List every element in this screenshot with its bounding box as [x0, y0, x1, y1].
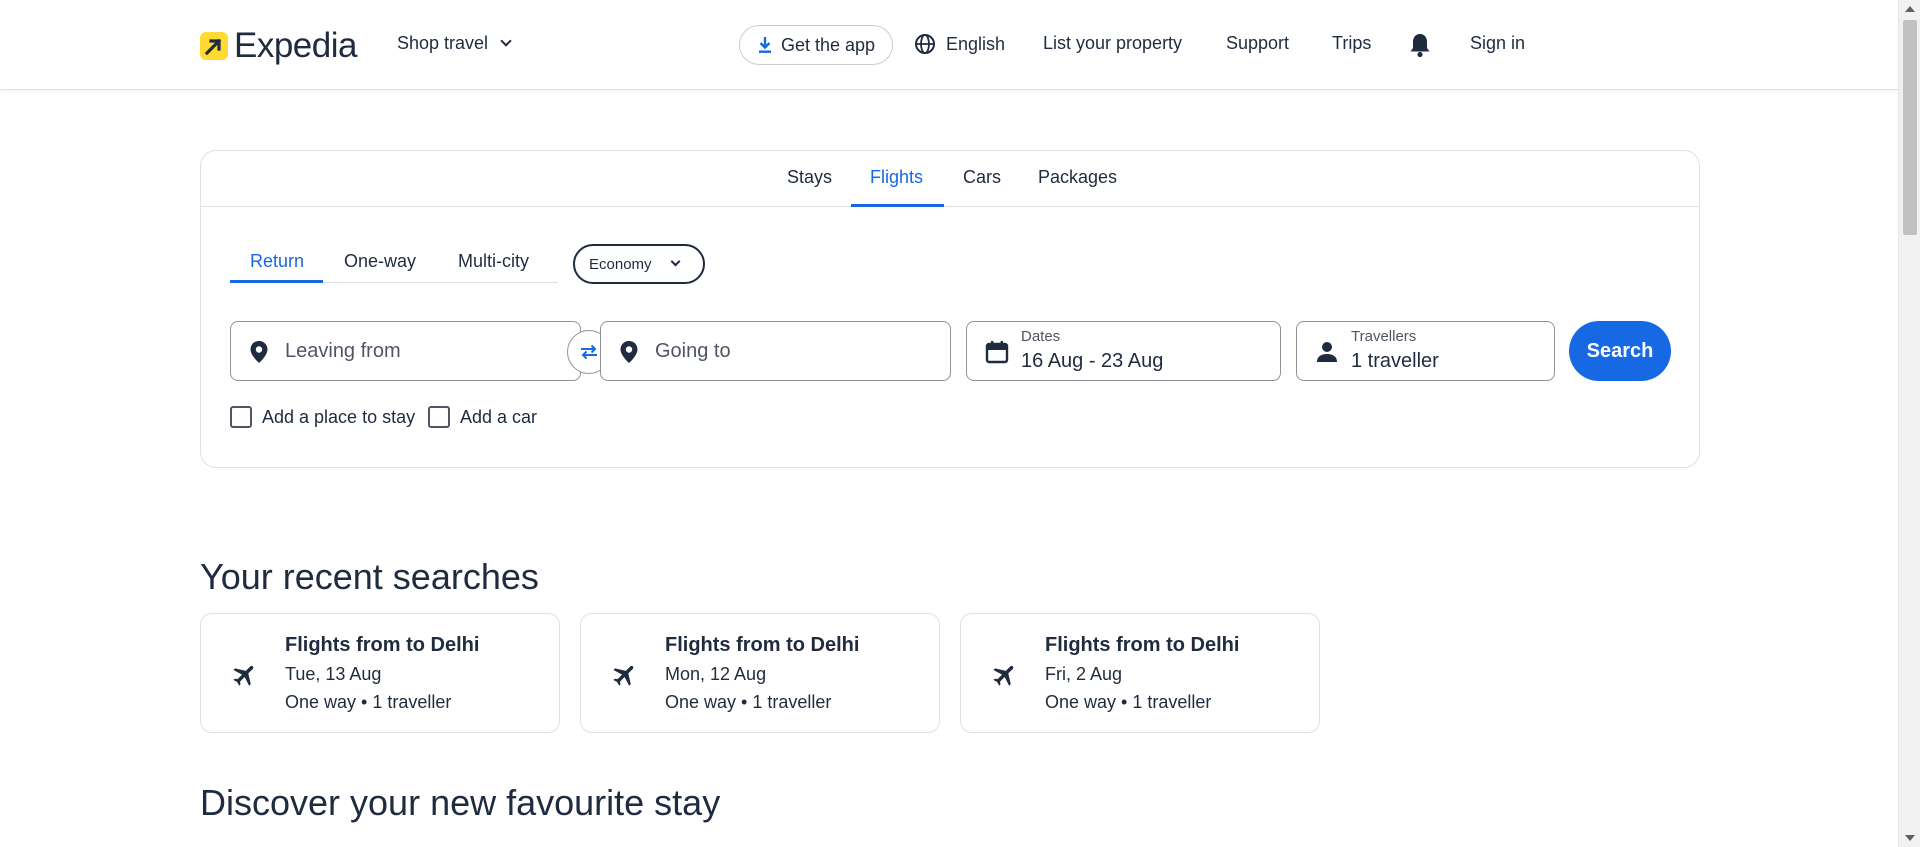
- get-app-button[interactable]: Get the app: [739, 25, 893, 65]
- dates-field[interactable]: Dates 16 Aug - 23 Aug: [966, 321, 1281, 381]
- dates-value: 16 Aug - 23 Aug: [1021, 350, 1164, 372]
- download-icon: [758, 37, 771, 53]
- trip-type-return[interactable]: Return: [250, 251, 304, 272]
- person-icon: [1317, 342, 1337, 362]
- active-trip-type-indicator: [230, 280, 323, 283]
- tab-packages[interactable]: Packages: [1038, 167, 1117, 188]
- tab-stays[interactable]: Stays: [787, 167, 832, 188]
- recent-search-title: Flights from to Delhi: [1045, 634, 1240, 656]
- scroll-down-arrow-icon[interactable]: [1905, 835, 1915, 841]
- search-tabs: Stays Flights Cars Packages: [201, 151, 1699, 207]
- calendar-icon: [985, 341, 1009, 364]
- recent-search-date: Tue, 13 Aug: [285, 664, 382, 684]
- page-scrollbar[interactable]: [1898, 0, 1920, 847]
- recent-search-card[interactable]: Flights from to Delhi Mon, 12 Aug One wa…: [580, 613, 940, 733]
- cabin-class-dropdown[interactable]: Economy: [573, 244, 705, 284]
- going-to-field[interactable]: Going to: [600, 321, 951, 381]
- chevron-down-icon: [500, 35, 512, 47]
- recent-search-title: Flights from to Delhi: [665, 634, 860, 656]
- add-car-checkbox[interactable]: [428, 406, 450, 428]
- location-pin-icon: [250, 341, 268, 363]
- leaving-from-placeholder: Leaving from: [285, 340, 401, 362]
- list-property-link[interactable]: List your property: [1043, 33, 1182, 54]
- recent-searches-heading: Your recent searches: [200, 556, 539, 597]
- scroll-up-arrow-icon[interactable]: [1905, 6, 1915, 12]
- airplane-icon: [613, 665, 634, 686]
- trip-type-multi-city[interactable]: Multi-city: [458, 251, 529, 272]
- airplane-icon: [233, 665, 254, 686]
- support-link[interactable]: Support: [1226, 33, 1289, 54]
- add-car-option[interactable]: Add a car: [428, 406, 537, 428]
- going-to-placeholder: Going to: [655, 340, 731, 362]
- get-app-label: Get the app: [780, 34, 876, 55]
- add-stay-checkbox[interactable]: [230, 406, 252, 428]
- add-stay-label: Add a place to stay: [262, 406, 416, 427]
- recent-search-date: Mon, 12 Aug: [665, 664, 767, 684]
- tab-flights[interactable]: Flights: [870, 167, 923, 188]
- recent-search-card[interactable]: Flights from to Delhi Tue, 13 Aug One wa…: [200, 613, 560, 733]
- logo-text: Expedia: [234, 26, 357, 65]
- scroll-thumb[interactable]: [1903, 20, 1917, 235]
- globe-icon: [915, 34, 935, 54]
- chevron-down-icon: [670, 256, 680, 267]
- add-car-label: Add a car: [460, 406, 538, 427]
- recent-search-date: Fri, 2 Aug: [1045, 664, 1123, 684]
- travellers-label: Travellers: [1351, 328, 1417, 345]
- bell-icon[interactable]: [1408, 32, 1432, 63]
- recent-search-detail: One way • 1 traveller: [1045, 692, 1212, 712]
- cabin-class-value: Economy: [589, 255, 652, 273]
- travellers-field[interactable]: Travellers 1 traveller: [1296, 321, 1555, 381]
- active-tab-indicator: [851, 204, 944, 207]
- top-nav: Expedia Shop travel Get the app English …: [0, 0, 1898, 90]
- shop-travel-label: Shop travel: [397, 33, 489, 53]
- expedia-logo-icon: [200, 32, 228, 60]
- recent-search-detail: One way • 1 traveller: [285, 692, 452, 712]
- location-pin-icon: [620, 341, 638, 363]
- dates-label: Dates: [1021, 328, 1061, 345]
- search-button[interactable]: Search: [1569, 321, 1671, 381]
- travellers-value: 1 traveller: [1351, 350, 1439, 372]
- recent-search-title: Flights from to Delhi: [285, 634, 480, 656]
- trips-link[interactable]: Trips: [1332, 33, 1371, 54]
- leaving-from-field[interactable]: Leaving from: [230, 321, 581, 381]
- search-form-card: Stays Flights Cars Packages Return One-w…: [200, 150, 1700, 468]
- discover-heading: Discover your new favourite stay: [200, 782, 721, 823]
- expedia-logo[interactable]: Expedia: [200, 26, 357, 65]
- recent-search-detail: One way • 1 traveller: [665, 692, 832, 712]
- language-selector[interactable]: English: [914, 33, 1005, 55]
- trip-type-tabs: Return One-way Multi-city: [230, 239, 558, 283]
- recent-search-card[interactable]: Flights from to Delhi Fri, 2 Aug One way…: [960, 613, 1320, 733]
- tab-cars[interactable]: Cars: [963, 167, 1001, 188]
- shop-travel-menu[interactable]: Shop travel: [397, 33, 512, 54]
- swap-icon: [581, 344, 597, 360]
- language-label: English: [946, 33, 1006, 54]
- add-stay-option[interactable]: Add a place to stay: [230, 406, 415, 428]
- airplane-icon: [993, 665, 1014, 686]
- sign-in-link[interactable]: Sign in: [1470, 33, 1525, 54]
- trip-type-one-way[interactable]: One-way: [344, 251, 416, 272]
